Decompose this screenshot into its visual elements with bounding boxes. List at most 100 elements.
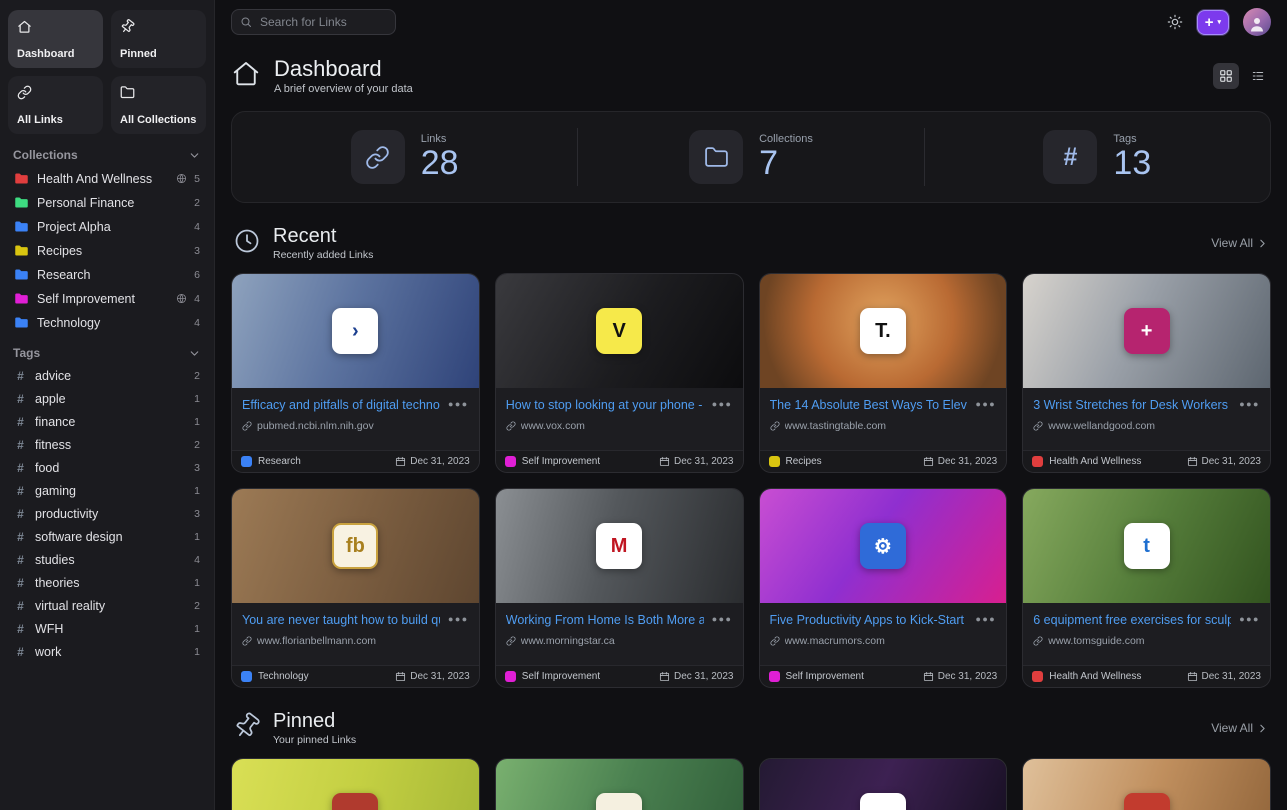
pinned-header-text: Pinned Your pinned Links [273,710,356,746]
title-row: Working From Home Is Both More and L... … [506,612,733,628]
sidebar-collection-item[interactable]: Self Improvement 4 [8,287,206,310]
avatar[interactable] [1243,8,1271,36]
collection-chip [241,456,252,467]
card-menu-button[interactable]: ●●● [975,612,996,626]
site-logo [860,793,906,810]
pin-icon [117,16,138,37]
link-card[interactable] [495,758,744,810]
collection-chip [769,456,780,467]
sidebar-tag-item[interactable]: # studies 4 [8,549,206,571]
sidebar-tag-item[interactable]: # theories 1 [8,572,206,594]
collection-name[interactable]: Self Improvement [522,456,600,467]
card-menu-button[interactable]: ●●● [1239,612,1260,626]
sidebar-item-all-links[interactable]: All Links [8,76,103,134]
chevron-down-icon[interactable] [188,149,201,162]
sidebar-tag-item[interactable]: # gaming 1 [8,480,206,502]
sidebar-collection-item[interactable]: Research 6 [8,263,206,286]
link-title[interactable]: 6 equipment free exercises for sculpting… [1033,612,1231,628]
collection-chip [505,671,516,682]
sidebar-tag-item[interactable]: # finance 1 [8,411,206,433]
sidebar-tag-item[interactable]: # work 1 [8,641,206,663]
sidebar-tag-item[interactable]: # apple 1 [8,388,206,410]
link-card[interactable] [1022,758,1271,810]
link-url: www.vox.com [506,420,733,432]
card-body: The 14 Absolute Best Ways To Elevate Fr.… [760,388,1007,433]
card-menu-button[interactable]: ●●● [712,397,733,411]
collection-meta: 4 [176,293,200,305]
link-thumbnail: ⚙ [760,489,1007,603]
sidebar-tag-item[interactable]: # software design 1 [8,526,206,548]
link-title[interactable]: Efficacy and pitfalls of digital technol… [242,397,440,413]
sidebar-tag-item[interactable]: # advice 2 [8,365,206,387]
link-title[interactable]: 3 Wrist Stretches for Desk Workers to D.… [1033,397,1231,413]
collection-name[interactable]: Research [258,456,301,467]
link-card[interactable] [759,758,1008,810]
sidebar-collection-item[interactable]: Technology 4 [8,311,206,334]
sidebar-collection-item[interactable]: Recipes 3 [8,239,206,262]
tag-count: 4 [192,554,200,566]
hash-icon: # [14,461,27,475]
chevron-down-icon[interactable] [188,347,201,360]
card-menu-button[interactable]: ●●● [712,612,733,626]
link-card[interactable]: M Working From Home Is Both More and L..… [495,488,744,688]
collection-count: 4 [192,221,200,233]
link-card[interactable]: T. The 14 Absolute Best Ways To Elevate … [759,273,1008,473]
card-footer: Research Dec 31, 2023 [232,450,479,472]
link-title[interactable]: How to stop looking at your phone - Vox [506,397,704,413]
card-menu-button[interactable]: ●●● [448,397,469,411]
link-card[interactable]: ⚙ Five Productivity Apps to Kick-Start t… [759,488,1008,688]
card-menu-button[interactable]: ●●● [1239,397,1260,411]
sidebar-collection-item[interactable]: Health And Wellness 5 [8,167,206,190]
collection-name[interactable]: Recipes [786,456,822,467]
collection-name[interactable]: Technology [258,671,309,682]
theme-toggle-button[interactable] [1167,14,1183,30]
sidebar-item-all-collections[interactable]: All Collections [111,76,206,134]
collection-name: Personal Finance [37,196,184,210]
calendar-icon [659,456,670,467]
pinned-view-all-link[interactable]: View All [1211,721,1269,735]
sidebar-item-dashboard[interactable]: Dashboard [8,10,103,68]
collection-chip [769,671,780,682]
url-text: www.morningstar.ca [521,635,615,647]
list-view-button[interactable] [1245,63,1271,89]
link-card[interactable]: V How to stop looking at your phone - Vo… [495,273,744,473]
card-menu-button[interactable]: ●●● [975,397,996,411]
sidebar-tag-item[interactable]: # WFH 1 [8,618,206,640]
link-thumbnail: › [232,274,479,388]
site-logo: T. [860,308,906,354]
tag-meta: 3 [192,462,200,474]
link-card[interactable]: fb You are never taught how to build qua… [231,488,480,688]
collection-name[interactable]: Health And Wellness [1049,456,1141,467]
grid-view-button[interactable] [1213,63,1239,89]
sidebar-tag-item[interactable]: # food 3 [8,457,206,479]
link-card[interactable]: + 3 Wrist Stretches for Desk Workers to … [1022,273,1271,473]
stat-collections: Collections 7 [578,112,923,202]
link-thumbnail [232,759,479,810]
collection-name: Recipes [37,244,184,258]
sidebar-collection-item[interactable]: Project Alpha 4 [8,215,206,238]
recent-view-all-link[interactable]: View All [1211,236,1269,250]
search-box[interactable] [231,9,396,35]
link-title[interactable]: The 14 Absolute Best Ways To Elevate Fr.… [770,397,968,413]
link-title[interactable]: Five Productivity Apps to Kick-Start the… [770,612,968,628]
collection-name[interactable]: Self Improvement [786,671,864,682]
link-card[interactable]: t 6 equipment free exercises for sculpti… [1022,488,1271,688]
tag-count: 1 [192,577,200,589]
nav-label: All Collections [120,114,197,126]
search-input[interactable] [258,14,378,30]
link-title[interactable]: You are never taught how to build qualit… [242,612,440,628]
link-card[interactable] [231,758,480,810]
sidebar-tag-item[interactable]: # fitness 2 [8,434,206,456]
sidebar-item-pinned[interactable]: Pinned [111,10,206,68]
link-card[interactable]: › Efficacy and pitfalls of digital techn… [231,273,480,473]
collection-name[interactable]: Self Improvement [522,671,600,682]
link-title[interactable]: Working From Home Is Both More and L... [506,612,704,628]
sidebar-collection-item[interactable]: Personal Finance 2 [8,191,206,214]
tag-name: WFH [35,622,184,636]
sidebar-tag-item[interactable]: # virtual reality 2 [8,595,206,617]
collection-name[interactable]: Health And Wellness [1049,671,1141,682]
card-menu-button[interactable]: ●●● [448,612,469,626]
page-title: Dashboard [274,56,413,81]
new-link-button[interactable]: + ▾ [1197,10,1229,35]
sidebar-tag-item[interactable]: # productivity 3 [8,503,206,525]
